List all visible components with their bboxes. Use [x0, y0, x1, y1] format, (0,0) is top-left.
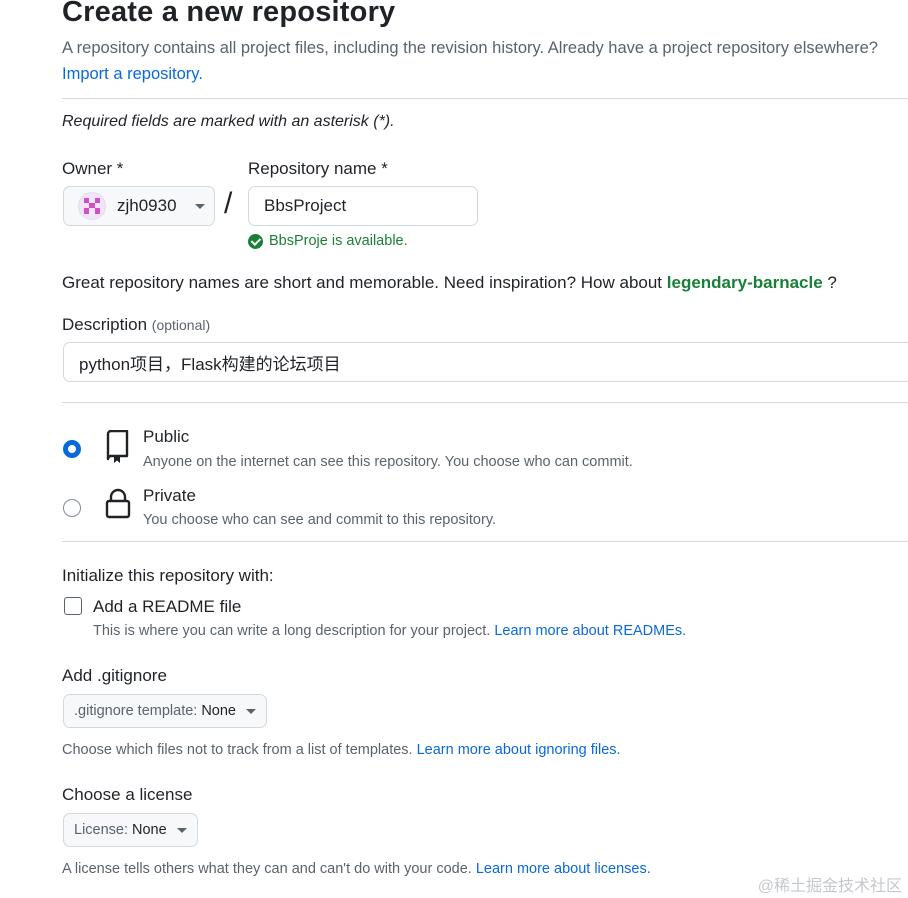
- suggestion-suffix: ?: [827, 273, 837, 292]
- learn-more-readmes-link[interactable]: Learn more about READMEs.: [494, 623, 686, 639]
- owner-label: Owner *: [62, 159, 124, 178]
- avatar: [78, 192, 106, 220]
- visibility-private-radio[interactable]: [63, 499, 81, 517]
- gitignore-button-value: None: [201, 703, 236, 719]
- visibility-public-radio[interactable]: [63, 440, 81, 458]
- chevron-down-icon: [176, 827, 187, 833]
- description-input[interactable]: [63, 342, 908, 382]
- initialize-heading: Initialize this repository with:: [62, 566, 274, 585]
- readme-help-text: This is where you can write a long descr…: [93, 623, 491, 639]
- visibility-private-desc: You choose who can see and commit to thi…: [143, 512, 497, 528]
- license-dropdown[interactable]: License: None: [63, 813, 198, 847]
- description-label: Description (optional): [62, 315, 210, 335]
- owner-dropdown[interactable]: zjh0930: [63, 186, 215, 226]
- name-suggestion: Great repository names are short and mem…: [62, 273, 837, 293]
- required-fields-note: Required fields are marked with an aster…: [62, 113, 395, 130]
- add-readme-label[interactable]: Add a README file: [93, 597, 241, 617]
- readme-help: This is where you can write a long descr…: [93, 623, 686, 639]
- repo-name-label: Repository name *: [248, 159, 388, 178]
- description-optional-hint: (optional): [151, 317, 211, 333]
- visibility-public-title: Public: [143, 427, 190, 446]
- chevron-down-icon: [194, 203, 205, 209]
- description-label-text: Description: [62, 315, 148, 334]
- gitignore-help-text: Choose which files not to track from a l…: [62, 742, 413, 758]
- divider: [62, 541, 908, 542]
- gitignore-heading: Add .gitignore: [62, 666, 167, 685]
- page-title: Create a new repository: [62, 0, 396, 28]
- license-heading: Choose a license: [62, 785, 193, 804]
- repo-icon: [104, 429, 130, 469]
- license-button-prefix: License:: [74, 822, 129, 838]
- learn-more-licenses-link[interactable]: Learn more about licenses.: [476, 861, 651, 877]
- availability-text: BbsProje is available.: [269, 233, 408, 249]
- license-help-text: A license tells others what they can and…: [62, 861, 472, 877]
- suggested-name-link[interactable]: legendary-barnacle: [667, 273, 823, 292]
- gitignore-button-prefix: .gitignore template:: [74, 703, 198, 719]
- divider: [62, 402, 908, 403]
- license-button-value: None: [132, 822, 167, 838]
- check-circle-icon: [248, 233, 263, 249]
- lock-icon: [105, 488, 131, 525]
- learn-more-ignoring-files-link[interactable]: Learn more about ignoring files.: [417, 742, 621, 758]
- visibility-private-title: Private: [143, 486, 196, 505]
- visibility-public-desc: Anyone on the internet can see this repo…: [143, 454, 633, 470]
- gitignore-help: Choose which files not to track from a l…: [62, 742, 621, 758]
- gitignore-template-dropdown[interactable]: .gitignore template: None: [63, 694, 267, 728]
- license-help: A license tells others what they can and…: [62, 861, 651, 877]
- owner-repo-separator: /: [224, 187, 233, 220]
- watermark: @稀土掘金技术社区: [757, 878, 902, 895]
- owner-name: zjh0930: [117, 196, 177, 215]
- add-readme-checkbox[interactable]: [64, 597, 82, 615]
- suggestion-prefix: Great repository names are short and mem…: [62, 273, 663, 292]
- divider: [62, 98, 908, 99]
- page-intro: A repository contains all project files,…: [62, 39, 878, 57]
- availability-status: BbsProje is available.: [248, 233, 408, 249]
- repo-name-input[interactable]: [248, 186, 478, 226]
- chevron-down-icon: [246, 708, 256, 714]
- import-repository-link[interactable]: Import a repository.: [62, 65, 203, 84]
